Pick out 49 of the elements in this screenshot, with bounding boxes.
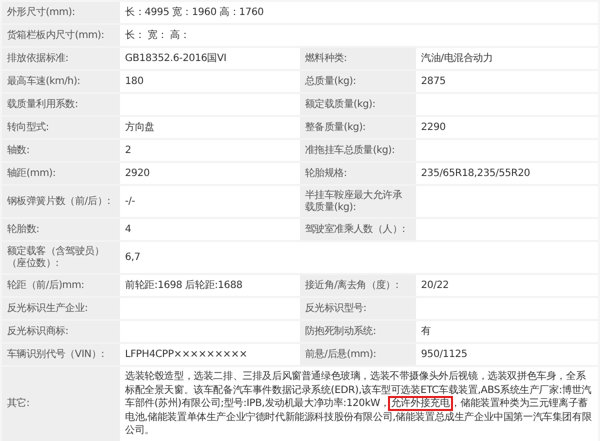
field-value: 4	[120, 219, 300, 240]
field-label: 反光标识型号:	[300, 298, 416, 319]
field-value: GB18352.6-2016国VI	[120, 48, 300, 69]
field-label: 额定载客（含驾驶员）（座位数）:	[2, 242, 120, 273]
field-label: 燃料种类:	[300, 48, 416, 69]
field-label: 防抱死制动系统:	[300, 321, 416, 342]
field-value: 950/1125	[416, 344, 598, 365]
field-label: 钢板弹簧片数（前/后）:	[2, 186, 120, 217]
field-label: 货箱栏板内尺寸(mm):	[2, 25, 120, 46]
field-value: LFPH4CPP×××××××××	[120, 344, 300, 365]
field-label: 转向型式:	[2, 117, 120, 138]
field-value: 2	[120, 140, 300, 161]
field-label: 轴数:	[2, 140, 120, 161]
field-value: 6,7	[120, 242, 598, 273]
field-value: 长： 宽： 高：	[120, 25, 598, 46]
field-value: 235/65R18,235/55R20	[416, 163, 598, 184]
field-label: 外形尺寸(mm):	[2, 2, 120, 23]
field-value: -/-	[120, 186, 300, 217]
field-value: 180	[120, 71, 300, 92]
field-label: 接近角/离去角（度）:	[300, 275, 416, 296]
field-value: 长：4995 宽：1960 高：1760	[120, 2, 598, 23]
field-label: 最高车速(km/h):	[2, 71, 120, 92]
field-label: 反光标识商标:	[2, 321, 120, 342]
field-label: 轴距(mm):	[2, 163, 120, 184]
field-value: 20/22	[416, 275, 598, 296]
field-value: 2290	[416, 117, 598, 138]
field-label: 其它:	[2, 367, 120, 440]
field-label: 轮距（前/后)mm:	[2, 275, 120, 296]
field-value: 汽油/电混合动力	[416, 48, 598, 69]
field-value: 2920	[120, 163, 300, 184]
field-label: 排放依据标准:	[2, 48, 120, 69]
field-label: 总质量(kg):	[300, 71, 416, 92]
field-label: 前悬/后悬(mm):	[300, 344, 416, 365]
field-label: 车辆识别代号（VIN）:	[2, 344, 120, 365]
field-label: 载质量利用系数:	[2, 94, 120, 115]
field-label: 轮胎规格:	[300, 163, 416, 184]
field-value: 前轮距:1698 后轮距:1688	[120, 275, 300, 296]
highlight-box: 允许外接充电	[390, 398, 451, 409]
field-value: 方向盘	[120, 117, 300, 138]
field-label: 准拖挂车总质量(kg):	[300, 140, 416, 161]
field-label: 额定载质量(kg):	[300, 94, 416, 115]
field-value: 选装轮毂造型，选装二排、三排及后风窗普通绿色玻璃，选装不带摄像头外后视镜，选装双拼色车身，全系标配全景天窗。该车配备汽车事件数据记录系统(EDR),该车型可选装ETC车载装置,ABS系统生产厂家:博世汽车部件(苏州)有限公司;型号:IPB,发动机最大净功率:120kW，允许外接充电，储能装置种类为三元锂离子蓄电池,储能装置单体生产企业宁德时代新能源科技股份有限公司,储能装置总成生产企业中国第一汽车集团有限公司。	[120, 367, 598, 440]
field-label: 驾驶室准乘人数（人）:	[300, 219, 416, 240]
field-label: 半挂车鞍座最大允许承载质量(kg):	[300, 186, 416, 217]
field-value: 有	[416, 321, 598, 342]
field-label: 反光标识生产企业:	[2, 298, 120, 319]
field-label: 轮胎数:	[2, 219, 120, 240]
field-value: 2875	[416, 71, 598, 92]
field-label: 整备质量(kg):	[300, 117, 416, 138]
